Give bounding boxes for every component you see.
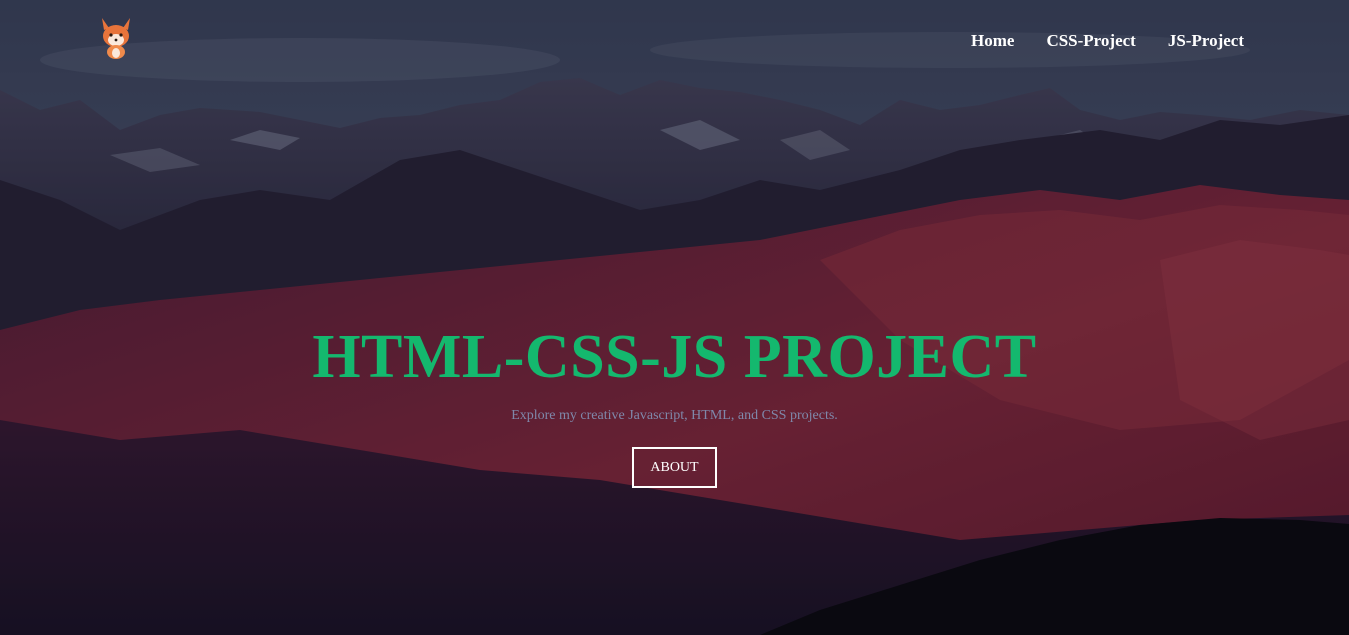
about-button[interactable]: ABOUT	[632, 447, 717, 488]
mountain-background-image	[0, 0, 1349, 635]
fox-logo[interactable]	[96, 14, 136, 64]
hero-subtitle: Explore my creative Javascript, HTML, an…	[511, 408, 838, 423]
main-nav: Home CSS-Project JS-Project	[971, 31, 1244, 51]
nav-link-css-project[interactable]: CSS-Project	[1046, 31, 1135, 51]
nav-link-js-project[interactable]: JS-Project	[1168, 31, 1244, 51]
fox-icon	[102, 18, 130, 59]
hero-section: Home CSS-Project JS-Project HTML-CSS-JS …	[0, 0, 1349, 635]
nav-link-home[interactable]: Home	[971, 31, 1014, 51]
hero-title: HTML-CSS-JS PROJECT	[312, 323, 1037, 391]
